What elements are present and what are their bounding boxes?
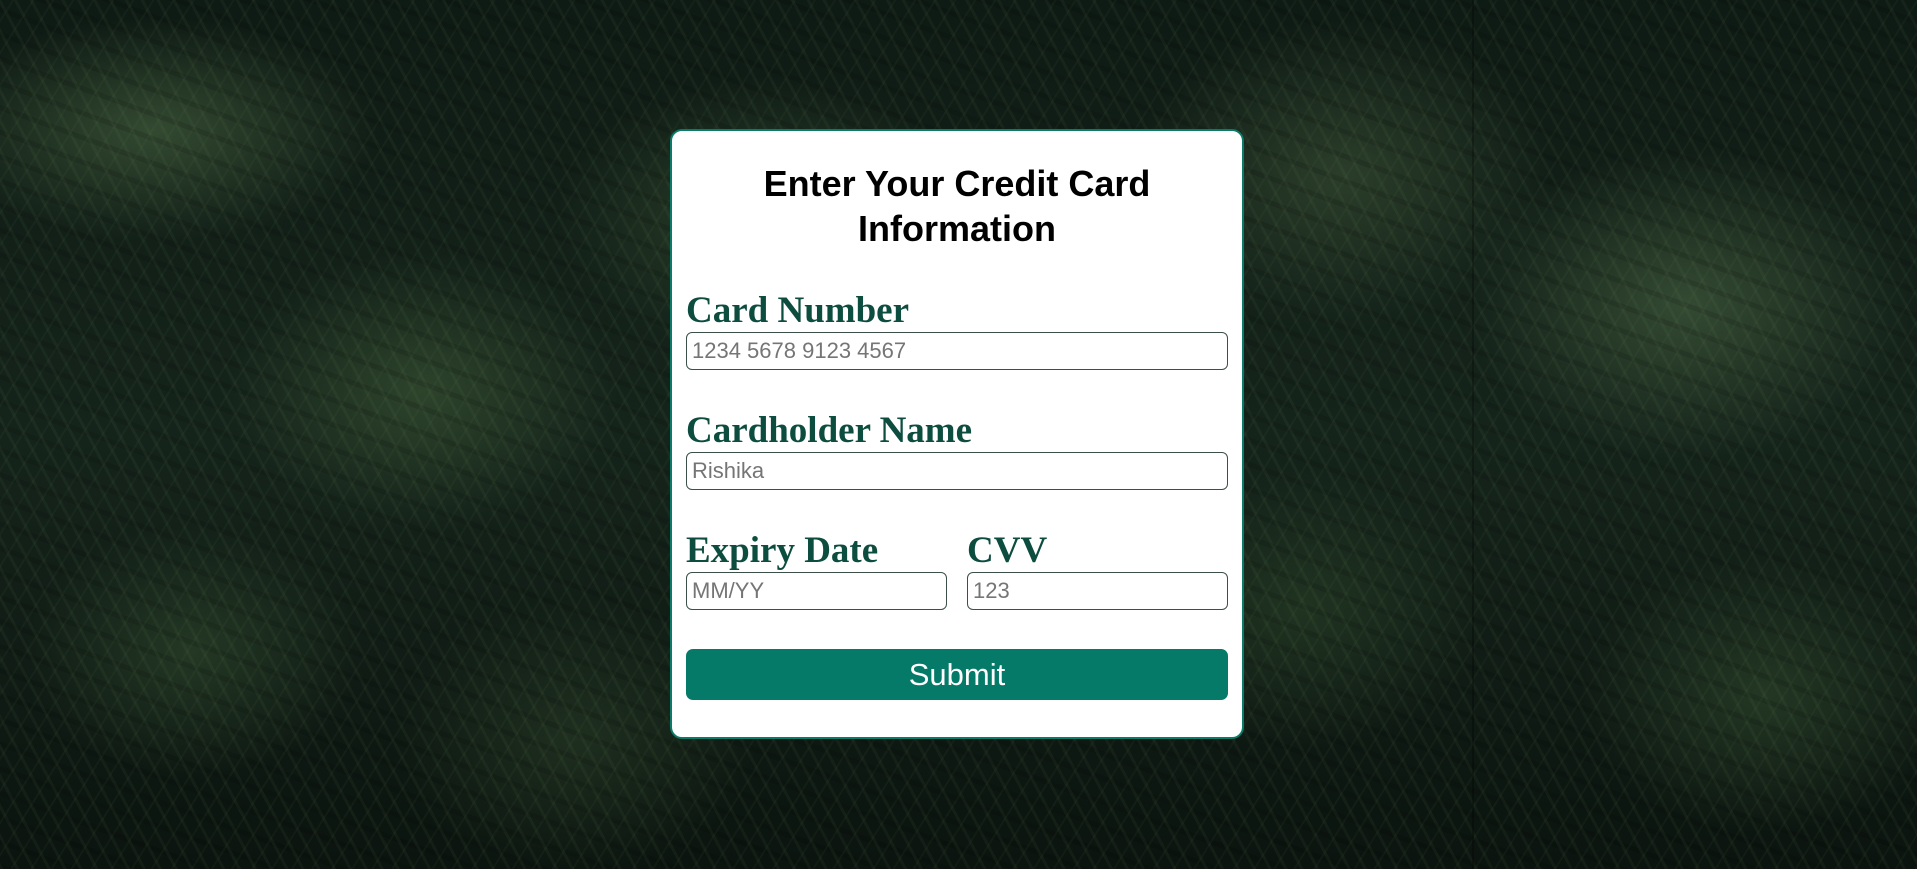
cvv-group: CVV (967, 530, 1228, 610)
expiry-date-group: Expiry Date (686, 530, 947, 610)
card-number-label: Card Number (686, 290, 910, 331)
card-number-group: Card Number (686, 290, 1228, 370)
cardholder-name-label: Cardholder Name (686, 410, 973, 451)
credit-card-form: Enter Your Credit Card Information Card … (670, 129, 1244, 739)
cardholder-name-group: Cardholder Name (686, 410, 1228, 490)
card-number-input[interactable] (686, 332, 1228, 370)
form-title: Enter Your Credit Card Information (763, 163, 1151, 249)
background-image-seam (1472, 0, 1474, 869)
expiry-date-label: Expiry Date (686, 530, 879, 571)
expiry-cvv-row: Expiry Date CVV (686, 530, 1228, 610)
cardholder-name-input[interactable] (686, 452, 1228, 490)
cvv-label: CVV (967, 530, 1048, 571)
expiry-date-input[interactable] (686, 572, 947, 610)
cvv-input[interactable] (967, 572, 1228, 610)
submit-button[interactable]: Submit (686, 649, 1228, 700)
